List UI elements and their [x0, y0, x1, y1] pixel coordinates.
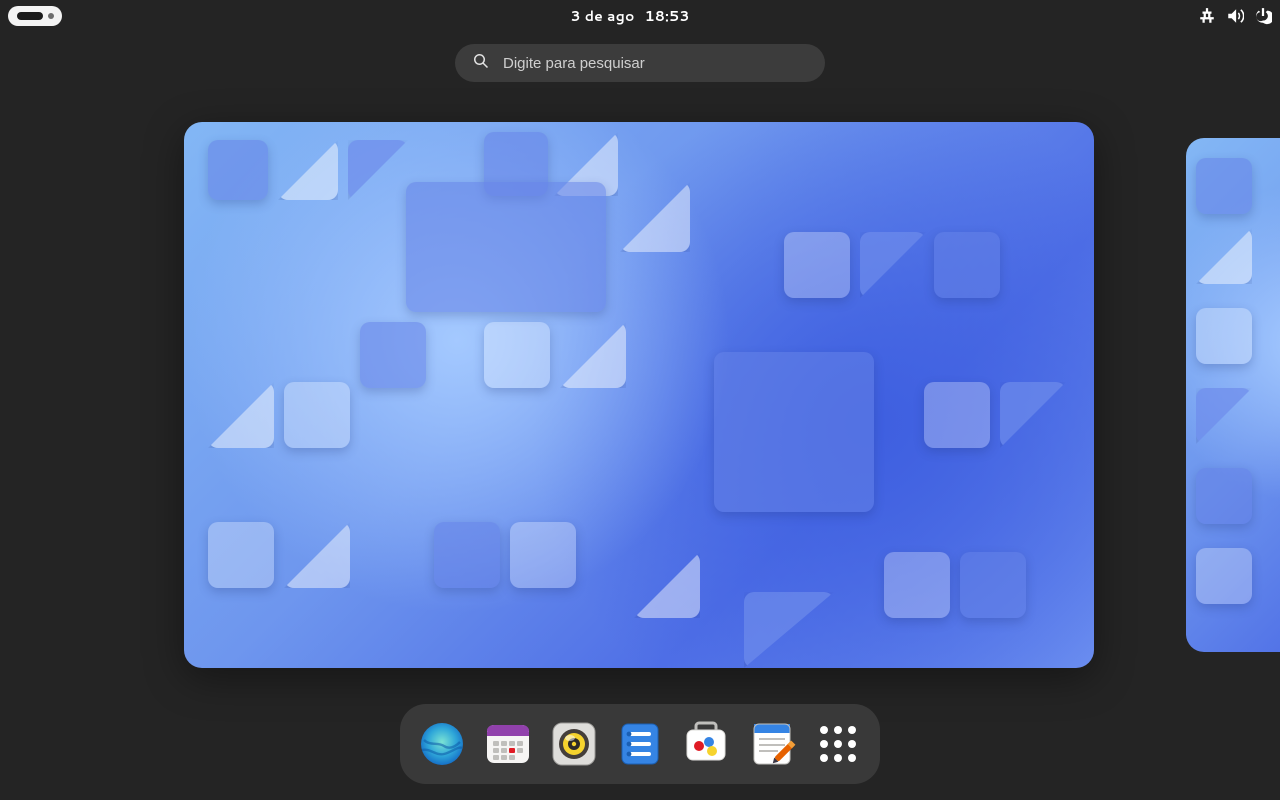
search-input[interactable] [503, 55, 807, 72]
top-bar: 3 de ago 18:53 [0, 0, 1280, 32]
workspace-indicator-dot [48, 13, 54, 19]
volume-icon[interactable] [1226, 7, 1244, 25]
wallpaper [184, 122, 1094, 668]
workspace-thumbnail-1[interactable] [184, 122, 1094, 668]
clock-button[interactable]: 3 de ago 18:53 [570, 6, 689, 26]
grid-icon [816, 722, 860, 766]
search-bar[interactable] [455, 44, 825, 82]
workspace-thumbnail-2[interactable] [1186, 138, 1280, 652]
system-tray[interactable] [1198, 7, 1272, 25]
app-music[interactable] [550, 720, 598, 768]
network-wired-icon[interactable] [1198, 7, 1216, 25]
time-label: 18:53 [645, 6, 690, 26]
dash [400, 704, 880, 784]
app-software[interactable] [682, 720, 730, 768]
date-label: 3 de ago [570, 6, 634, 26]
app-web-browser[interactable] [418, 720, 466, 768]
wallpaper [1186, 138, 1280, 652]
workspace-indicator-active [17, 12, 43, 20]
search-icon [473, 52, 489, 75]
activities-button[interactable] [8, 6, 62, 26]
app-calendar[interactable] [484, 720, 532, 768]
power-icon[interactable] [1254, 7, 1272, 25]
show-applications-button[interactable] [814, 720, 862, 768]
app-todo[interactable] [616, 720, 664, 768]
app-text-editor[interactable] [748, 720, 796, 768]
